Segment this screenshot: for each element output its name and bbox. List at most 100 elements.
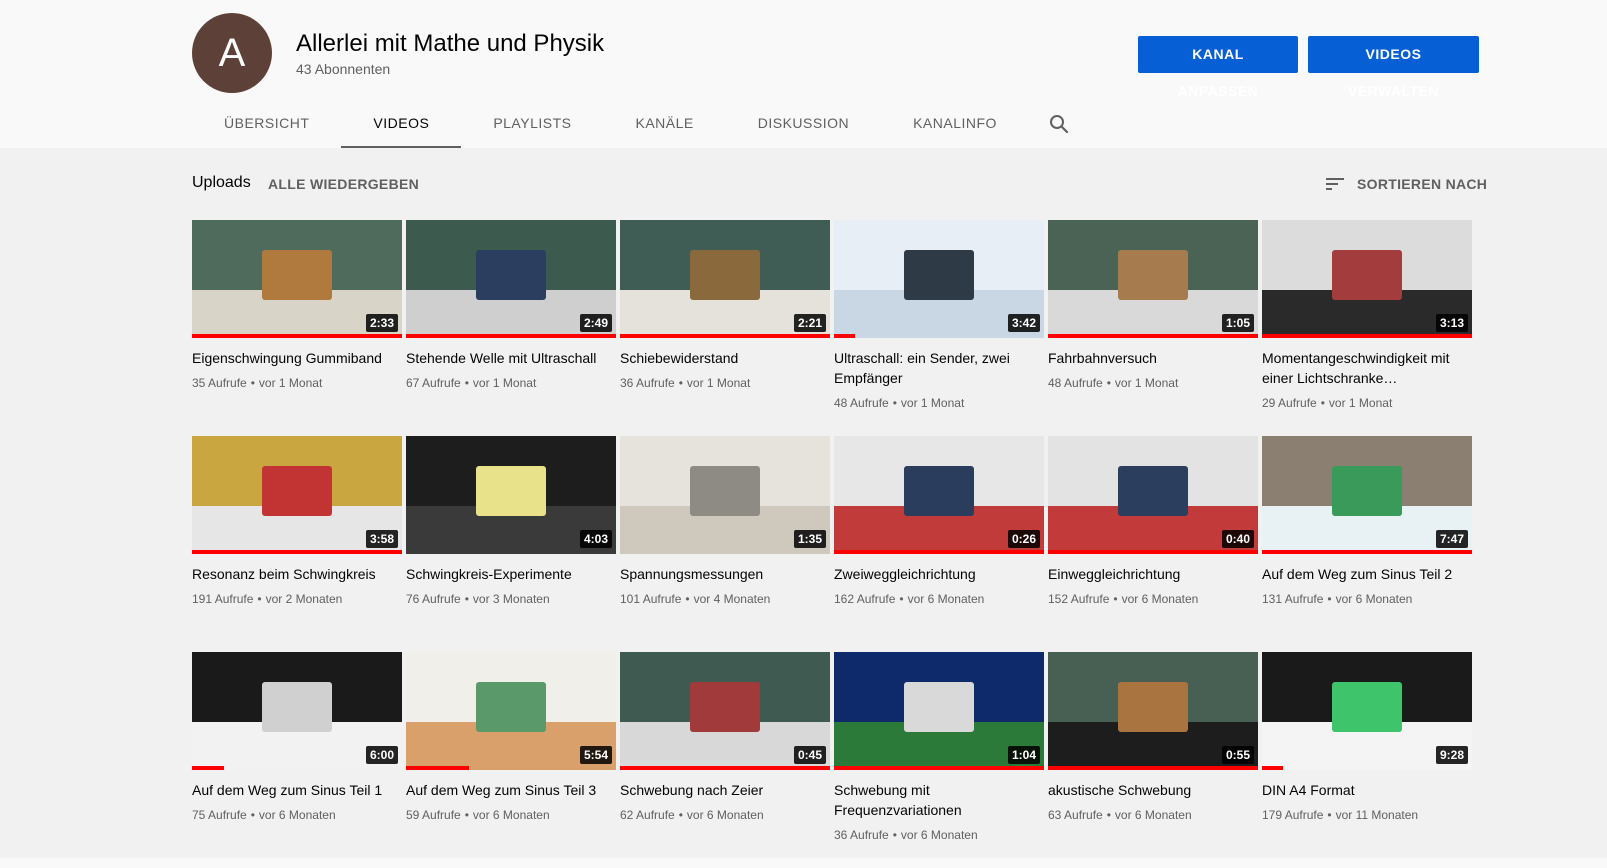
video-duration: 2:49	[579, 314, 612, 332]
video-title[interactable]: Schwebung mit Frequenzvariationen	[834, 780, 1044, 820]
video-thumbnail[interactable]: 4:03	[406, 436, 616, 554]
video-title[interactable]: akustische Schwebung	[1048, 780, 1258, 800]
video-thumbnail[interactable]: 2:49	[406, 220, 616, 338]
upload-age: vor 1 Monat	[1114, 376, 1179, 390]
view-count: 48 Aufrufe	[1048, 376, 1103, 390]
video-thumbnail[interactable]: 2:21	[620, 220, 830, 338]
video-card[interactable]: 0:40 Einweggleichrichtung 152 Aufrufe • vo…	[1048, 436, 1258, 652]
video-card[interactable]: 1:04 Schwebung mit Frequenzvariationen 3…	[834, 652, 1044, 868]
meta-separator: •	[250, 808, 255, 822]
tab-discussion[interactable]: DISKUSSION	[726, 101, 881, 149]
tab-playlists[interactable]: PLAYLISTS	[461, 101, 603, 149]
tab-channels[interactable]: KANÄLE	[603, 101, 725, 149]
video-duration: 1:04	[1007, 746, 1040, 764]
video-card[interactable]: 0:26 Zweiweggleichrichtung 162 Aufrufe • v…	[834, 436, 1044, 652]
video-card[interactable]: 2:49 Stehende Welle mit Ultraschall 67 A…	[406, 220, 616, 436]
video-thumbnail[interactable]: 0:26	[834, 436, 1044, 554]
video-meta: 152 Aufrufe • vor 6 Monaten	[1048, 590, 1258, 608]
video-thumbnail[interactable]: 3:42	[834, 220, 1044, 338]
video-title[interactable]: Schwingkreis-Experimente	[406, 564, 616, 584]
video-card[interactable]: 3:13 Momentangeschwindigkeit mit einer L…	[1262, 220, 1472, 436]
video-thumbnail[interactable]: 1:04	[834, 652, 1044, 770]
video-title[interactable]: Auf dem Weg zum Sinus Teil 1	[192, 780, 402, 800]
sort-by-label: SORTIEREN NACH	[1357, 176, 1488, 192]
video-thumbnail[interactable]: 0:40	[1048, 436, 1258, 554]
upload-age: vor 6 Monaten	[686, 808, 764, 822]
watch-progress-bar	[1262, 334, 1472, 338]
upload-age: vor 1 Monat	[472, 376, 537, 390]
tab-videos[interactable]: VIDEOS	[341, 101, 462, 149]
video-thumbnail[interactable]: 0:45	[620, 652, 830, 770]
video-title[interactable]: DIN A4 Format	[1262, 780, 1472, 800]
video-thumbnail[interactable]: 5:54	[406, 652, 616, 770]
meta-separator: •	[1327, 808, 1332, 822]
video-card[interactable]: 4:03 Schwingkreis-Experimente 76 Aufrufe…	[406, 436, 616, 652]
video-meta: 101 Aufrufe • vor 4 Monaten	[620, 590, 830, 608]
video-title[interactable]: Resonanz beim Schwingkreis	[192, 564, 402, 584]
search-icon[interactable]	[1047, 112, 1071, 136]
meta-separator: •	[464, 592, 469, 606]
video-title[interactable]: Schiebewiderstand	[620, 348, 830, 368]
video-title[interactable]: Eigenschwingung Gummiband	[192, 348, 402, 368]
video-grid: 2:33 Eigenschwingung Gummiband 35 Aufruf…	[192, 220, 1474, 868]
video-thumbnail[interactable]: 7:47	[1262, 436, 1472, 554]
video-title[interactable]: Ultraschall: ein Sender, zwei Empfänger	[834, 348, 1044, 388]
video-card[interactable]: 0:45 Schwebung nach Zeier 62 Aufrufe • vor…	[620, 652, 830, 868]
customize-channel-button[interactable]: KANAL ANPASSEN	[1138, 36, 1298, 99]
video-card[interactable]: 2:21 Schiebewiderstand 36 Aufrufe • vor 1 …	[620, 220, 830, 436]
video-card[interactable]: 3:42 Ultraschall: ein Sender, zwei Empfä…	[834, 220, 1044, 436]
video-title[interactable]: Zweiweggleichrichtung	[834, 564, 1044, 584]
upload-age: vor 6 Monaten	[1335, 592, 1413, 606]
video-card[interactable]: 1:05 Fahrbahnversuch 48 Aufrufe • vor 1 Mo…	[1048, 220, 1258, 436]
video-duration: 5:54	[579, 746, 612, 764]
video-duration: 1:35	[793, 530, 826, 548]
video-card[interactable]: 6:00 Auf dem Weg zum Sinus Teil 1 75 Auf…	[192, 652, 402, 868]
video-card[interactable]: 1:35 Spannungsmessungen 101 Aufrufe • vor …	[620, 436, 830, 652]
view-count: 75 Aufrufe	[192, 808, 247, 822]
video-meta: 36 Aufrufe • vor 6 Monaten	[834, 826, 1044, 844]
video-thumbnail[interactable]: 3:58	[192, 436, 402, 554]
video-meta: 59 Aufrufe • vor 6 Monaten	[406, 806, 616, 824]
video-card[interactable]: 5:54 Auf dem Weg zum Sinus Teil 3 59 Auf…	[406, 652, 616, 868]
view-count: 59 Aufrufe	[406, 808, 461, 822]
watch-progress-bar	[1262, 550, 1472, 554]
video-thumbnail[interactable]: 9:28	[1262, 652, 1472, 770]
video-title[interactable]: Stehende Welle mit Ultraschall	[406, 348, 616, 368]
tab-about[interactable]: KANALINFO	[881, 101, 1029, 149]
video-title[interactable]: Auf dem Weg zum Sinus Teil 2	[1262, 564, 1472, 584]
channel-avatar[interactable]: A	[192, 13, 272, 93]
video-card[interactable]: 3:58 Resonanz beim Schwingkreis 191 Aufr…	[192, 436, 402, 652]
video-card[interactable]: 0:55 akustische Schwebung 63 Aufrufe • vor…	[1048, 652, 1258, 868]
video-meta: 131 Aufrufe • vor 6 Monaten	[1262, 590, 1472, 608]
video-title[interactable]: Einweggleichrichtung	[1048, 564, 1258, 584]
video-card[interactable]: 9:28 DIN A4 Format 179 Aufrufe • vor 11 Mo…	[1262, 652, 1472, 868]
video-thumbnail[interactable]: 1:35	[620, 436, 830, 554]
watch-progress-bar	[192, 334, 402, 338]
view-count: 162 Aufrufe	[834, 592, 896, 606]
video-meta: 76 Aufrufe • vor 3 Monaten	[406, 590, 616, 608]
meta-separator: •	[899, 592, 904, 606]
video-card[interactable]: 2:33 Eigenschwingung Gummiband 35 Aufruf…	[192, 220, 402, 436]
video-title[interactable]: Spannungsmessungen	[620, 564, 830, 584]
video-duration: 4:03	[579, 530, 612, 548]
video-card[interactable]: 7:47 Auf dem Weg zum Sinus Teil 2 131 Au…	[1262, 436, 1472, 652]
video-title[interactable]: Momentangeschwindigkeit mit einer Lichts…	[1262, 348, 1472, 388]
video-title[interactable]: Auf dem Weg zum Sinus Teil 3	[406, 780, 616, 800]
video-thumbnail[interactable]: 1:05	[1048, 220, 1258, 338]
upload-age: vor 3 Monaten	[472, 592, 550, 606]
meta-separator: •	[892, 828, 897, 842]
video-thumbnail[interactable]: 2:33	[192, 220, 402, 338]
manage-videos-button[interactable]: VIDEOS VERWALTEN	[1308, 36, 1479, 99]
video-duration: 3:58	[365, 530, 398, 548]
channel-header: A Allerlei mit Mathe und Physik 43 Abonn…	[0, 0, 1607, 149]
video-thumbnail[interactable]: 3:13	[1262, 220, 1472, 338]
section-title: Uploads	[192, 174, 251, 191]
video-thumbnail[interactable]: 0:55	[1048, 652, 1258, 770]
video-duration: 6:00	[365, 746, 398, 764]
tab-overview[interactable]: ÜBERSICHT	[192, 101, 341, 149]
video-title[interactable]: Schwebung nach Zeier	[620, 780, 830, 800]
play-all-link[interactable]: ALLE WIEDERGEBEN	[268, 176, 419, 192]
sort-by-button[interactable]: SORTIEREN NACH	[1325, 172, 1487, 196]
video-thumbnail[interactable]: 6:00	[192, 652, 402, 770]
video-title[interactable]: Fahrbahnversuch	[1048, 348, 1258, 368]
